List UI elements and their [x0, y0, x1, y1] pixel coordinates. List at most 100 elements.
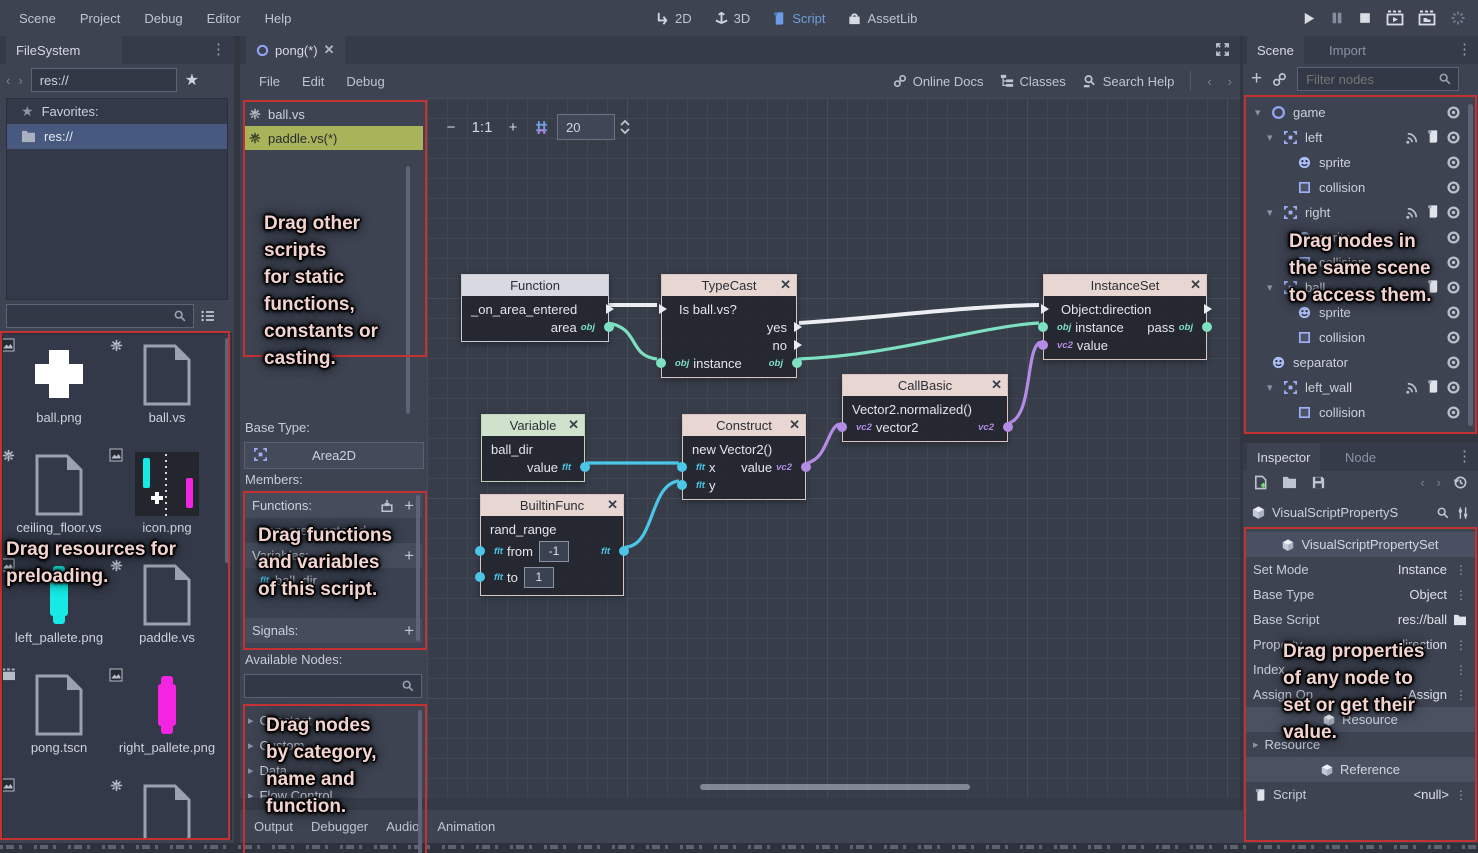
- file-item[interactable]: right_pallete.png: [115, 670, 219, 756]
- signal-icon[interactable]: [1405, 130, 1420, 145]
- file-grid-scrollbar[interactable]: [225, 338, 229, 563]
- signal-icon[interactable]: [1405, 205, 1420, 220]
- visibility-eye-icon[interactable]: [1445, 329, 1462, 346]
- property-value[interactable]: Instance: [1398, 562, 1447, 577]
- script-menu-edit[interactable]: Edit: [293, 74, 333, 89]
- file-item[interactable]: vs: [115, 780, 219, 840]
- tab-output[interactable]: Output: [248, 819, 299, 834]
- graph-node-builtinfunc[interactable]: BuiltinFunc✕ rand_range fltfrom-1flt flt…: [480, 494, 624, 596]
- file-item[interactable]: vs paddle.vs: [115, 560, 219, 646]
- obj-in-port[interactable]: [656, 358, 666, 368]
- visibility-eye-icon[interactable]: [1445, 229, 1462, 246]
- graph-node-construct[interactable]: Construct✕ new Vector2() fltxvaluevc2 fl…: [682, 414, 806, 500]
- flt-in-port[interactable]: [677, 480, 687, 490]
- visibility-eye-icon[interactable]: [1445, 379, 1462, 396]
- script-menu-file[interactable]: File: [250, 74, 289, 89]
- tab-import[interactable]: Import: [1319, 36, 1376, 64]
- workspace-script-button[interactable]: Script: [772, 11, 825, 26]
- distraction-free-icon[interactable]: [1215, 42, 1230, 57]
- to-value-box[interactable]: 1: [524, 567, 554, 588]
- scene-node-ball[interactable]: ▾ball: [1245, 275, 1475, 300]
- category-scrollbar[interactable]: [418, 710, 422, 853]
- snap-spinner-icon[interactable]: [619, 119, 631, 135]
- menu-debug[interactable]: Debug: [133, 11, 193, 26]
- script-list-scrollbar[interactable]: [406, 166, 410, 414]
- close-icon[interactable]: ✕: [780, 277, 791, 293]
- members-scrollbar[interactable]: [416, 495, 420, 641]
- close-icon[interactable]: ✕: [789, 417, 800, 433]
- resource-section-header[interactable]: Resource: [1245, 707, 1475, 732]
- object-history-icon[interactable]: [1453, 475, 1468, 490]
- history-forward-icon[interactable]: ›: [1228, 74, 1232, 89]
- nav-back-icon[interactable]: ‹: [6, 73, 10, 88]
- tab-filesystem[interactable]: FileSystem: [6, 36, 122, 64]
- script-icon[interactable]: [1425, 204, 1440, 219]
- instance-scene-icon[interactable]: [1272, 72, 1287, 87]
- dock-menu-icon[interactable]: ⋮: [1457, 449, 1472, 464]
- file-item[interactable]: icon.png: [115, 450, 219, 536]
- scene-node-sprite[interactable]: sprite: [1245, 150, 1475, 175]
- property-menu-icon[interactable]: ⋮: [1455, 789, 1467, 801]
- scene-node-right[interactable]: ▾right: [1245, 200, 1475, 225]
- snap-value-input[interactable]: [557, 114, 615, 140]
- available-nodes-search-input[interactable]: [244, 674, 422, 698]
- close-icon[interactable]: ✕: [324, 42, 335, 58]
- add-signal-icon[interactable]: +: [404, 621, 414, 641]
- flt-in-port[interactable]: [677, 462, 687, 472]
- scene-node-left-wall[interactable]: ▾left_wall: [1245, 375, 1475, 400]
- visibility-eye-icon[interactable]: [1445, 404, 1462, 421]
- zoom-reset-button[interactable]: 1:1: [467, 115, 497, 139]
- signals-header-row[interactable]: Signals: +: [244, 618, 422, 643]
- flt-in-port[interactable]: [475, 546, 485, 556]
- file-item[interactable]: ball.png: [7, 340, 111, 426]
- close-icon[interactable]: ✕: [568, 417, 579, 433]
- load-resource-icon[interactable]: [1282, 476, 1297, 489]
- file-item[interactable]: pong.tscn: [7, 670, 111, 756]
- override-function-icon[interactable]: [380, 499, 394, 513]
- script-icon[interactable]: [1425, 379, 1440, 394]
- filter-nodes-input[interactable]: [1297, 67, 1459, 91]
- seq-out-port[interactable]: [1204, 304, 1212, 314]
- add-variable-icon[interactable]: +: [404, 546, 414, 566]
- path-input[interactable]: [31, 68, 177, 92]
- visibility-eye-icon[interactable]: [1445, 354, 1462, 371]
- scene-node-collision[interactable]: collision: [1245, 325, 1475, 350]
- history-back-icon[interactable]: ‹: [1420, 475, 1424, 490]
- folder-icon[interactable]: [1453, 614, 1467, 626]
- file-list-view-toggle-icon[interactable]: [200, 308, 216, 324]
- graph-node-function[interactable]: Function _on_area_entered areaobj: [461, 274, 609, 342]
- history-back-icon[interactable]: ‹: [1207, 74, 1211, 89]
- workspace-2d-button[interactable]: 2D: [655, 11, 692, 26]
- save-resource-icon[interactable]: [1311, 475, 1326, 490]
- scene-node-collision[interactable]: collision: [1245, 400, 1475, 425]
- play-scene-button[interactable]: [1386, 10, 1404, 26]
- tab-pong-scene[interactable]: pong(*) ✕: [246, 36, 345, 64]
- function-list-item[interactable]: _on_area_entered: [244, 518, 422, 543]
- visibility-eye-icon[interactable]: [1445, 179, 1462, 196]
- pause-button[interactable]: [1330, 11, 1344, 25]
- add-function-icon[interactable]: +: [404, 496, 414, 516]
- file-item[interactable]: vs ball.vs: [115, 340, 219, 426]
- variable-list-item[interactable]: flt ball_dir: [244, 568, 422, 593]
- tab-debugger[interactable]: Debugger: [305, 819, 374, 834]
- nav-forward-icon[interactable]: ›: [18, 73, 22, 88]
- tab-inspector[interactable]: Inspector: [1247, 443, 1320, 471]
- flt-out-port[interactable]: [580, 462, 590, 472]
- close-icon[interactable]: ✕: [1190, 277, 1201, 293]
- close-icon[interactable]: ✕: [607, 497, 618, 513]
- seq-out-port[interactable]: [606, 304, 614, 314]
- script-item-ball[interactable]: vs ball.vs: [244, 102, 423, 126]
- visibility-eye-icon[interactable]: [1445, 104, 1462, 121]
- vc2-out-port[interactable]: [1003, 422, 1013, 432]
- seq-in-port[interactable]: [1041, 304, 1049, 314]
- new-resource-icon[interactable]: [1253, 475, 1268, 490]
- property-value[interactable]: res://ball: [1398, 612, 1447, 627]
- classes-button[interactable]: Classes: [1000, 74, 1066, 89]
- script-value[interactable]: <null>: [1414, 787, 1449, 802]
- seq-out-port[interactable]: [794, 322, 802, 332]
- tools-sliders-icon[interactable]: [1456, 506, 1470, 520]
- script-icon[interactable]: [1425, 129, 1440, 144]
- filesystem-search-input[interactable]: [6, 304, 194, 328]
- add-node-button[interactable]: +: [1251, 68, 1262, 90]
- workspace-assetlib-button[interactable]: AssetLib: [847, 11, 917, 26]
